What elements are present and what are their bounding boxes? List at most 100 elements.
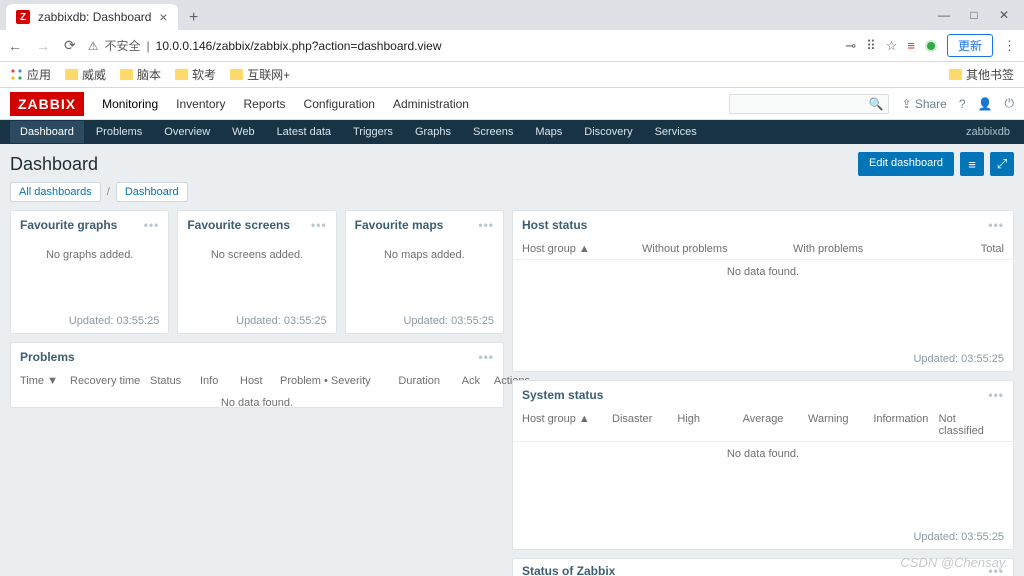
- insecure-label: 不安全: [105, 37, 141, 54]
- share-button[interactable]: ⇪ Share: [901, 97, 946, 111]
- widget-menu-icon[interactable]: •••: [988, 388, 1004, 402]
- empty-message: No maps added.: [355, 243, 494, 267]
- widget-problems: Problems ••• Time ▼ Recovery time Status …: [10, 342, 504, 408]
- subnav-screens[interactable]: Screens: [463, 121, 523, 143]
- widget-system-status: System status••• Host group ▲ Disaster H…: [512, 380, 1014, 550]
- widget-menu-icon[interactable]: •••: [311, 218, 327, 232]
- subnav-maps[interactable]: Maps: [525, 121, 572, 143]
- widget-favourite-screens: Favourite screens ••• No screens added. U…: [177, 210, 336, 334]
- updated-label: Updated: 03:55:25: [346, 311, 503, 333]
- maximize-icon[interactable]: □: [968, 8, 980, 22]
- subnav-web[interactable]: Web: [222, 121, 264, 143]
- widget-status-of-zabbix: Status of Zabbix •••: [512, 558, 1014, 576]
- table-header: Time ▼ Recovery time Status Info Host Pr…: [11, 371, 503, 391]
- search-input[interactable]: 🔍: [729, 94, 889, 114]
- widget-favourite-graphs: Favourite graphs ••• No graphs added. Upd…: [10, 210, 169, 334]
- new-tab-button[interactable]: +: [182, 6, 206, 30]
- bookmark-apps[interactable]: 应用: [10, 66, 51, 83]
- translate-icon[interactable]: ⠿: [866, 38, 876, 54]
- updated-label: Updated: 03:55:25: [11, 311, 168, 333]
- nav-monitoring[interactable]: Monitoring: [102, 89, 158, 119]
- bookmark-item[interactable]: 脑本: [120, 66, 161, 83]
- nav-inventory[interactable]: Inventory: [176, 89, 225, 119]
- empty-message: No screens added.: [187, 243, 326, 267]
- zabbix-favicon: Z: [16, 10, 30, 24]
- subnav-dashboard[interactable]: Dashboard: [10, 121, 84, 143]
- bookmark-item[interactable]: 软考: [175, 66, 216, 83]
- browser-tab-strip: Z zabbixdb: Dashboard × + — □ ✕: [0, 0, 1024, 30]
- breadcrumb-all[interactable]: All dashboards: [10, 182, 101, 202]
- forward-icon[interactable]: →: [36, 38, 50, 54]
- widget-menu-icon[interactable]: •••: [988, 218, 1004, 232]
- subnav-services[interactable]: Services: [645, 121, 707, 143]
- edit-dashboard-button[interactable]: Edit dashboard: [858, 152, 954, 176]
- widget-menu-icon[interactable]: •••: [478, 218, 494, 232]
- widget-title: Favourite graphs: [20, 218, 117, 232]
- widget-host-status: Host status ••• Host group ▲ Without prob…: [512, 210, 1014, 372]
- widget-menu-icon[interactable]: •••: [144, 218, 160, 232]
- widget-title: System status: [522, 388, 603, 402]
- window-controls: — □ ✕: [938, 0, 1024, 30]
- menu-icon[interactable]: ⋮: [1003, 38, 1016, 54]
- subnav-discovery[interactable]: Discovery: [574, 121, 642, 143]
- user-icon[interactable]: 👤: [978, 97, 993, 111]
- close-icon[interactable]: ×: [159, 10, 167, 24]
- fullscreen-icon[interactable]: ⤢: [990, 152, 1014, 176]
- minimize-icon[interactable]: —: [938, 8, 950, 22]
- empty-message: No data found.: [513, 442, 1013, 466]
- close-window-icon[interactable]: ✕: [998, 8, 1010, 22]
- breadcrumb: All dashboards / Dashboard: [10, 182, 1014, 202]
- subnav-triggers[interactable]: Triggers: [343, 121, 403, 143]
- url-text: 10.0.0.146/zabbix/zabbix.php?action=dash…: [156, 39, 442, 53]
- widget-title: Status of Zabbix: [522, 564, 615, 576]
- browser-update-button[interactable]: 更新: [947, 34, 993, 57]
- nav-administration[interactable]: Administration: [393, 89, 469, 119]
- widget-title: Favourite maps: [355, 218, 444, 232]
- zabbix-logo[interactable]: ZABBIX: [10, 92, 84, 116]
- nav-configuration[interactable]: Configuration: [304, 89, 375, 119]
- empty-message: No data found.: [513, 260, 1013, 284]
- bookmark-item[interactable]: 威威: [65, 66, 106, 83]
- widget-title: Host status: [522, 218, 587, 232]
- reload-icon[interactable]: ⟳: [64, 37, 76, 54]
- star-icon[interactable]: ☆: [886, 38, 898, 54]
- search-icon: 🔍: [868, 97, 883, 111]
- widget-favourite-maps: Favourite maps ••• No maps added. Updated…: [345, 210, 504, 334]
- updated-label: Updated: 03:55:25: [513, 527, 1013, 549]
- empty-message: No data found.: [11, 391, 503, 415]
- subnav-graphs[interactable]: Graphs: [405, 121, 461, 143]
- record-icon[interactable]: [925, 40, 937, 52]
- address-bar: ← → ⟳ ⚠ 不安全 | 10.0.0.146/zabbix/zabbix.p…: [0, 30, 1024, 62]
- key-icon[interactable]: ⊸: [845, 38, 856, 54]
- sub-nav: Dashboard Problems Overview Web Latest d…: [0, 120, 1024, 144]
- nav-reports[interactable]: Reports: [244, 89, 286, 119]
- page-body: Dashboard Edit dashboard ≡ ⤢ All dashboa…: [0, 144, 1024, 576]
- subnav-latest-data[interactable]: Latest data: [267, 121, 341, 143]
- back-icon[interactable]: ←: [8, 38, 22, 54]
- logout-icon[interactable]: ⏻: [1005, 96, 1015, 111]
- url-field[interactable]: ⚠ 不安全 | 10.0.0.146/zabbix/zabbix.php?act…: [88, 37, 834, 54]
- list-icon[interactable]: ≡: [960, 152, 984, 176]
- widget-menu-icon[interactable]: •••: [988, 564, 1004, 576]
- table-header: Host group ▲ Without problems With probl…: [513, 239, 1013, 260]
- app-header: ZABBIX Monitoring Inventory Reports Conf…: [0, 88, 1024, 120]
- widget-title: Problems: [20, 350, 75, 364]
- updated-label: Updated: 03:55:25: [178, 311, 335, 333]
- subnav-problems[interactable]: Problems: [86, 121, 152, 143]
- bookmark-other[interactable]: 其他书签: [949, 66, 1014, 83]
- host-label: zabbixdb: [956, 121, 1014, 143]
- subnav-overview[interactable]: Overview: [154, 121, 220, 143]
- empty-message: No graphs added.: [20, 243, 159, 267]
- page-title: Dashboard: [10, 154, 98, 175]
- bookmark-item[interactable]: 互联网+: [230, 66, 290, 83]
- bookmarks-bar: 应用 威威 脑本 软考 互联网+ 其他书签: [0, 62, 1024, 88]
- insecure-icon: ⚠: [88, 39, 99, 53]
- updated-label: Updated: 03:55:25: [513, 349, 1013, 371]
- help-icon[interactable]: ?: [959, 97, 966, 111]
- main-nav: Monitoring Inventory Reports Configurati…: [102, 89, 469, 119]
- browser-tab[interactable]: Z zabbixdb: Dashboard ×: [6, 4, 178, 30]
- breadcrumb-current[interactable]: Dashboard: [116, 182, 188, 202]
- widget-menu-icon[interactable]: •••: [478, 350, 494, 364]
- widget-title: Favourite screens: [187, 218, 290, 232]
- ext-icon[interactable]: ≡: [907, 38, 915, 53]
